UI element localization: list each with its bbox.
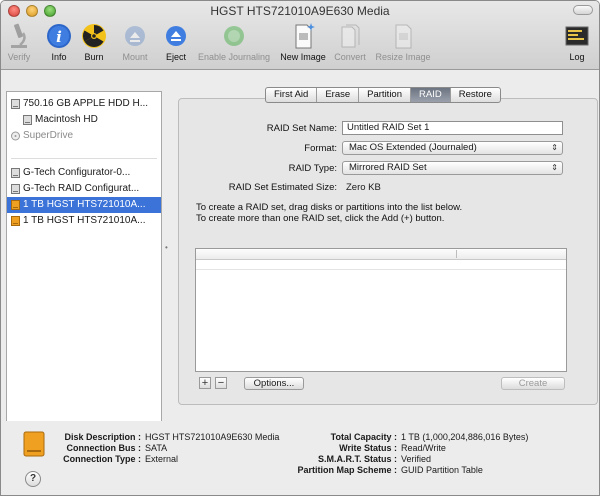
sidebar-item-superdrive[interactable]: SuperDrive [7, 128, 161, 144]
hard-disk-icon [11, 184, 20, 194]
convert-button[interactable]: Convert [332, 21, 368, 65]
toolbar: HGST HTS721010A9E630 Media Verify i Info… [1, 1, 599, 70]
console-log-icon [561, 21, 593, 51]
connection-bus-label: Connection Bus : [66, 443, 142, 453]
disk-utility-window: HGST HTS721010A9E630 Media Verify i Info… [0, 0, 600, 496]
burn-button[interactable]: Burn [77, 21, 111, 65]
partition-scheme-value: GUID Partition Table [401, 465, 483, 475]
help-button[interactable]: ? [25, 471, 41, 487]
options-button[interactable]: Options... [244, 377, 304, 390]
external-disk-icon [11, 216, 20, 226]
estimated-size-label: RAID Set Estimated Size: [228, 182, 337, 193]
split-view-handle[interactable]: • [165, 243, 170, 252]
resize-image-icon [387, 21, 419, 51]
optical-drive-icon [11, 131, 20, 141]
sidebar-item-hgst-1[interactable]: 1 TB HGST HTS721010A... [7, 197, 161, 213]
enable-journaling-button[interactable]: Enable Journaling [194, 21, 274, 65]
mount-button[interactable]: Mount [115, 21, 155, 65]
total-capacity-value: 1 TB (1,000,204,886,016 Bytes) [401, 432, 529, 442]
updown-arrow-icon: ⇕ [551, 143, 558, 152]
external-disk-icon [11, 200, 20, 210]
list-row [196, 260, 566, 270]
volume-icon [23, 115, 32, 125]
info-button[interactable]: i Info [42, 21, 76, 65]
write-status-value: Read/Write [401, 443, 446, 453]
tab-partition[interactable]: Partition [359, 88, 411, 102]
sidebar-item-apple-hdd[interactable]: 750.16 GB APPLE HDD H... [7, 96, 161, 112]
write-status-label: Write Status : [339, 443, 397, 453]
log-button[interactable]: Log [561, 21, 593, 65]
sidebar-item-hgst-2[interactable]: 1 TB HGST HTS721010A... [7, 213, 161, 229]
smart-status-label: S.M.A.R.T. Status : [317, 454, 397, 464]
svg-text:i: i [56, 28, 62, 46]
window-title: HGST HTS721010A9E630 Media [210, 4, 390, 18]
raid-type-select[interactable]: Mirrored RAID Set ⇕ [342, 161, 563, 175]
microscope-icon [3, 21, 35, 51]
mount-icon [119, 21, 151, 51]
tab-restore[interactable]: Restore [451, 88, 500, 102]
smart-status-value: Verified [401, 454, 432, 464]
verify-button[interactable]: Verify [1, 21, 37, 65]
remove-raid-button[interactable]: − [215, 377, 227, 389]
info-icon: i [43, 21, 75, 51]
estimated-size-value: Zero KB [346, 182, 381, 193]
disk-list-sidebar[interactable]: 750.16 GB APPLE HDD H... Macintosh HD Su… [6, 91, 162, 422]
format-label: Format: [304, 143, 337, 154]
resize-image-button[interactable]: Resize Image [371, 21, 435, 65]
updown-arrow-icon: ⇕ [551, 163, 558, 172]
new-image-button[interactable]: New Image [276, 21, 330, 65]
sidebar-item-macintosh-hd[interactable]: Macintosh HD [7, 112, 161, 128]
sidebar-item-gtech-raid-configurator[interactable]: G-Tech RAID Configurat... [7, 181, 161, 197]
connection-bus-value: SATA [145, 443, 168, 453]
raid-member-list[interactable] [195, 248, 567, 372]
connection-type-label: Connection Type : [63, 454, 141, 464]
partition-scheme-label: Partition Map Scheme : [297, 465, 397, 475]
raid-set-name-label: RAID Set Name: [266, 123, 337, 134]
eject-icon [160, 21, 192, 51]
convert-icon [334, 21, 366, 51]
raid-instructions-1: To create a RAID set, drag disks or part… [196, 202, 463, 213]
radiation-icon [78, 21, 110, 51]
hard-disk-icon [11, 99, 20, 109]
journaling-icon [218, 21, 250, 51]
hard-disk-icon [11, 168, 20, 178]
create-button[interactable]: Create [501, 377, 565, 390]
tab-raid[interactable]: RAID [411, 88, 451, 102]
new-image-icon [287, 21, 319, 51]
raid-instructions-2: To create more than one RAID set, click … [196, 213, 445, 224]
tab-first-aid[interactable]: First Aid [266, 88, 318, 102]
disk-description-value: HGST HTS721010A9E630 Media [145, 432, 280, 442]
toolbar-toggle-button[interactable] [573, 5, 593, 15]
eject-button[interactable]: Eject [159, 21, 193, 65]
tab-erase[interactable]: Erase [317, 88, 360, 102]
list-header [196, 249, 566, 260]
tab-bar: First Aid Erase Partition RAID Restore [265, 87, 501, 103]
connection-type-value: External [145, 454, 179, 464]
raid-type-label: RAID Type: [288, 163, 337, 174]
raid-set-name-input[interactable]: Untitled RAID Set 1 [342, 121, 563, 135]
add-raid-button[interactable]: + [199, 377, 211, 389]
format-select[interactable]: Mac OS Extended (Journaled) ⇕ [342, 141, 563, 155]
disk-description-label: Disk Description : [64, 432, 141, 442]
total-capacity-label: Total Capacity : [330, 432, 397, 442]
sidebar-item-gtech-configurator[interactable]: G-Tech Configurator-0... [7, 165, 161, 181]
